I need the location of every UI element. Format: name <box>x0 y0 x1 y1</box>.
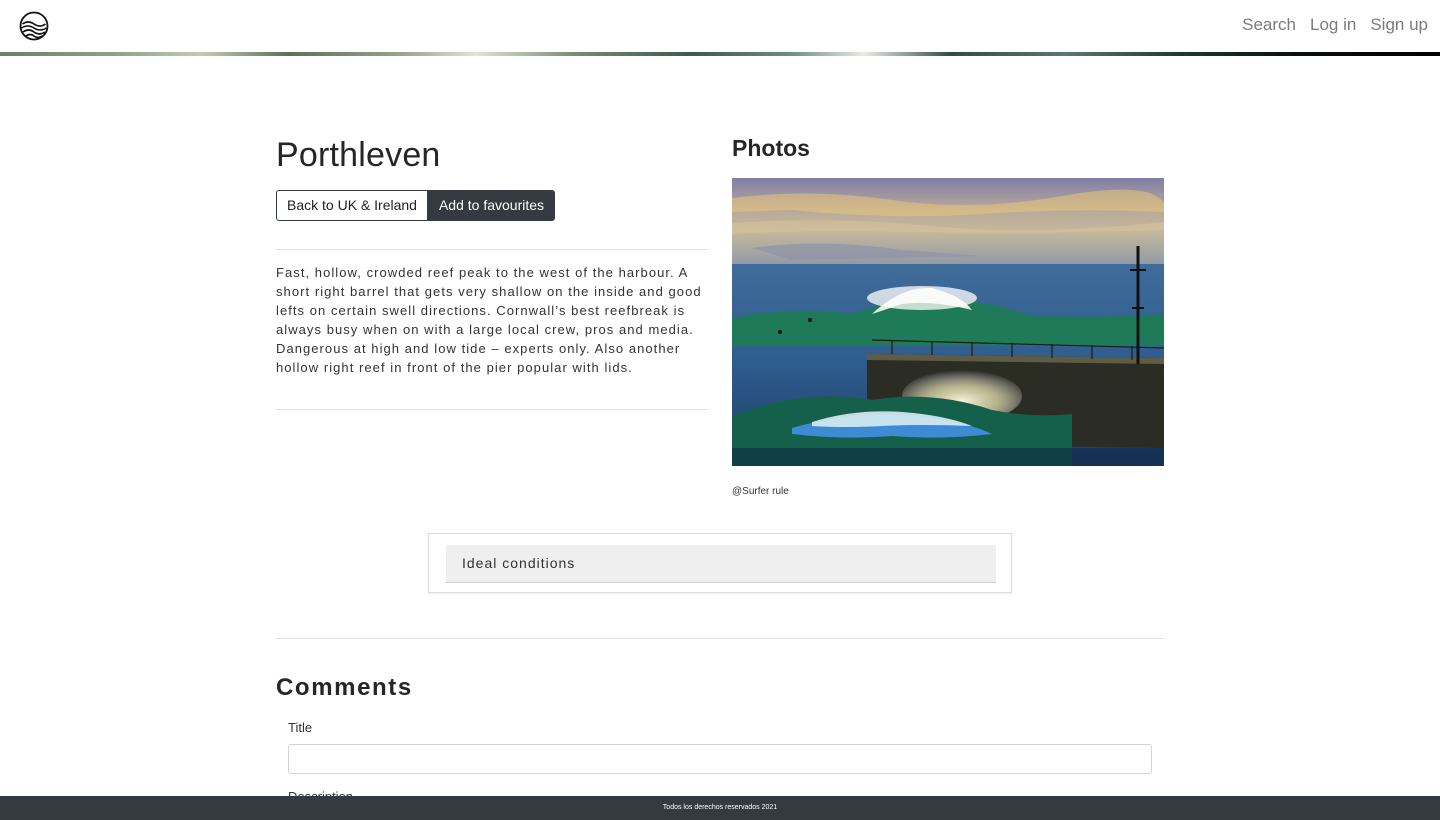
footer: Todos los derechos reservados 2021 <box>0 796 1440 820</box>
nav-login-link[interactable]: Log in <box>1310 14 1356 36</box>
photos-heading: Photos <box>732 135 810 161</box>
nav-search-link[interactable]: Search <box>1242 14 1296 36</box>
photo-credit: @Surfer rule <box>732 486 789 497</box>
nav-signup-link[interactable]: Sign up <box>1370 14 1428 36</box>
spot-photo <box>732 178 1164 466</box>
hero-image-strip <box>0 52 1440 56</box>
comment-title-label: Title <box>288 720 313 735</box>
ideal-conditions-card: Ideal conditions <box>428 533 1012 593</box>
add-to-favourites-button[interactable]: Add to favourites <box>427 190 556 221</box>
spot-description: Fast, hollow, crowded reef peak to the w… <box>276 265 702 375</box>
divider <box>276 409 709 410</box>
logo-icon[interactable] <box>19 11 49 41</box>
spot-action-buttons: Back to UK & Ireland Add to favourites <box>276 190 556 221</box>
nav-links: Search Log in Sign up <box>1228 14 1428 36</box>
wave-photo-image <box>732 178 1164 466</box>
back-to-region-button[interactable]: Back to UK & Ireland <box>276 190 428 221</box>
ideal-conditions-toggle[interactable]: Ideal conditions <box>446 545 996 583</box>
ideal-conditions-label: Ideal conditions <box>462 555 576 571</box>
footer-copyright: Todos los derechos reservados 2021 <box>662 804 778 811</box>
divider <box>276 249 709 250</box>
comments-heading: Comments <box>276 674 413 701</box>
comment-title-input[interactable] <box>288 744 1152 774</box>
section-divider <box>276 638 1165 639</box>
top-navbar: Search Log in Sign up <box>0 0 1440 52</box>
spot-title: Porthleven <box>276 136 441 174</box>
